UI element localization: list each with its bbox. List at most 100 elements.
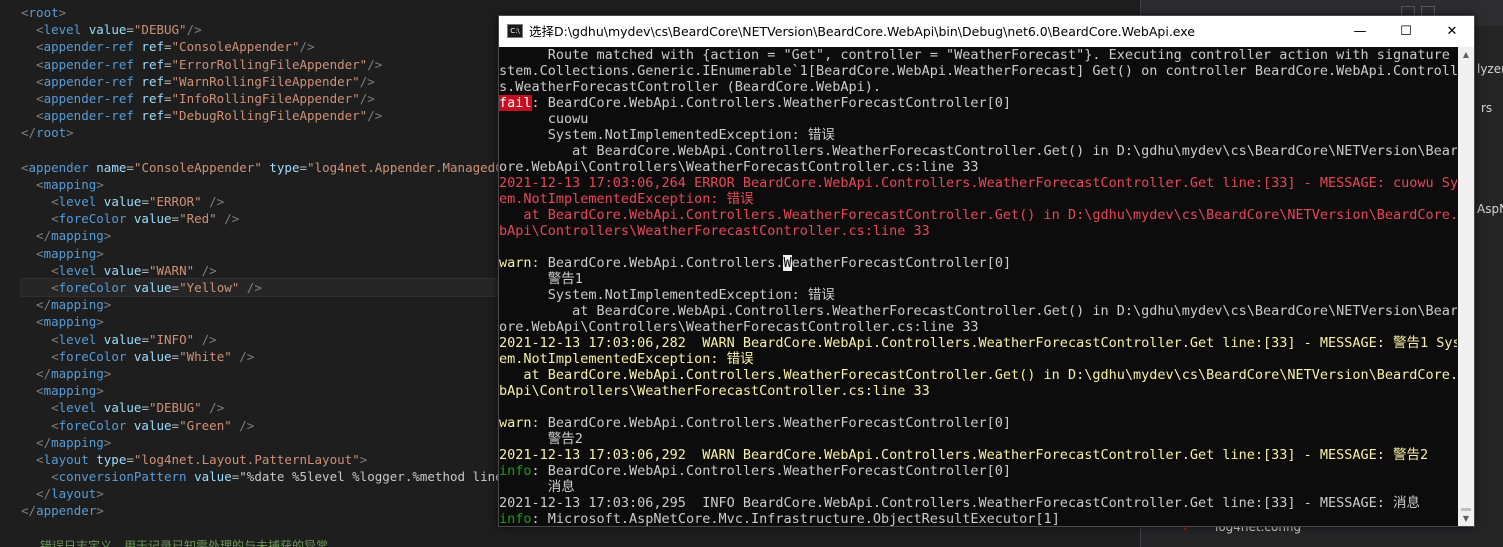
console-line: cuowu — [499, 111, 1457, 127]
code-token: appender — [28, 159, 89, 175]
code-token: /> — [201, 194, 225, 210]
console-window[interactable]: C:\ 选择D:\gdhu\mydev\cs\BeardCore\NETVers… — [498, 15, 1475, 527]
console-scrollbar[interactable]: ▲ ▼ — [1458, 47, 1474, 526]
code-token: level — [58, 331, 97, 347]
code-token: value — [96, 400, 142, 416]
code-token: "INFO" — [148, 331, 195, 347]
console-titlebar[interactable]: C:\ 选择D:\gdhu\mydev\cs\BeardCore\NETVers… — [499, 16, 1474, 47]
code-token: = — [126, 159, 134, 175]
code-token: = — [141, 262, 149, 278]
code-token: </ — [21, 486, 52, 502]
console-text: 警告2 — [499, 431, 583, 447]
code-token: < — [21, 194, 59, 210]
code-token: mapping — [43, 383, 97, 399]
close-button[interactable]: ✕ — [1429, 16, 1474, 47]
console-line: ore.WebApi\Controllers\WeatherForecastCo… — [499, 319, 1457, 335]
code-token: ref — [133, 73, 164, 89]
code-token: "ConsoleAppender" — [171, 39, 300, 55]
minimize-button[interactable]: — — [1337, 16, 1383, 47]
code-token: > — [96, 486, 104, 502]
console-output[interactable]: Route matched with {action = "Get", cont… — [499, 47, 1457, 526]
code-token: appender-ref — [43, 39, 134, 55]
console-text: eatherForecastController[0] — [791, 255, 1012, 271]
maximize-button[interactable]: ☐ — [1383, 16, 1429, 47]
code-token: > — [103, 297, 112, 313]
console-text: em.NotImplementedException: 错误 — [499, 191, 754, 207]
code-token: > — [96, 503, 104, 519]
code-token: appender — [36, 503, 97, 519]
code-token: mapping — [51, 297, 104, 313]
code-token: level — [58, 400, 97, 416]
console-line: 2021-12-13 17:03:06,282 WARN BeardCore.W… — [499, 335, 1457, 351]
code-token: = — [164, 90, 172, 106]
code-token: appender-ref — [43, 90, 134, 106]
code-token: < — [21, 245, 44, 261]
code-token: </ — [21, 365, 52, 381]
code-token: /> — [216, 211, 240, 227]
console-text: System.NotImplementedException: 错误 — [499, 127, 835, 143]
console-line: ore.WebApi\Controllers\WeatherForecastCo… — [499, 159, 1457, 175]
code-token: root — [36, 125, 67, 141]
console-line: at BeardCore.WebApi.Controllers.WeatherF… — [499, 143, 1457, 159]
code-token: </ — [21, 228, 52, 244]
console-text: : BeardCore.WebApi.Controllers.WeatherFo… — [531, 415, 1012, 431]
code-token: /> — [359, 90, 375, 106]
code-token: ref — [133, 90, 164, 106]
console-line: info: Microsoft.AspNetCore.Mvc.Infrastru… — [499, 511, 1457, 526]
console-text: 2021-12-13 17:03:06,264 ERROR BeardCore.… — [499, 175, 1457, 191]
console-line: at BeardCore.WebApi.Controllers.WeatherF… — [499, 303, 1457, 319]
code-token: appender-ref — [43, 108, 134, 124]
console-line: 2021-12-13 17:03:06,292 WARN BeardCore.W… — [499, 447, 1457, 463]
scroll-up-arrow-icon[interactable]: ▲ — [1458, 47, 1474, 63]
console-line: s.WeatherForecastController (BeardCore.W… — [499, 79, 1457, 95]
console-line: 2021-12-13 17:03:06,295 INFO BeardCore.W… — [499, 495, 1457, 511]
code-token: = — [164, 73, 172, 89]
code-token: </ — [21, 297, 52, 313]
code-token: value — [126, 417, 172, 433]
code-token: < — [21, 451, 44, 467]
code-token: > — [103, 365, 112, 381]
code-token: < — [21, 90, 44, 106]
code-token: = — [141, 194, 149, 210]
code-token: mapping — [51, 228, 104, 244]
code-token: mapping — [51, 434, 104, 450]
code-token: /> — [194, 331, 217, 347]
code-token: appender-ref — [43, 73, 134, 89]
console-text: 消息 — [499, 479, 575, 495]
code-token: layout — [43, 451, 89, 467]
code-token: = — [171, 417, 180, 433]
console-text: 警告1 — [499, 271, 583, 287]
scroll-down-arrow-icon[interactable]: ▼ — [1458, 511, 1474, 526]
code-token: value — [96, 262, 142, 278]
code-token: "DEBUG" — [148, 400, 202, 416]
console-line: warn: BeardCore.WebApi.Controllers.Weath… — [499, 415, 1457, 431]
code-token: = — [171, 348, 180, 364]
code-token: mapping — [51, 365, 104, 381]
code-token: layout — [51, 486, 97, 502]
console-line: 2021-12-13 17:03:06,264 ERROR BeardCore.… — [499, 175, 1457, 191]
console-app-icon: C:\ — [507, 24, 523, 38]
code-token: > — [58, 5, 67, 20]
code-token: "DebugRollingFileAppender" — [171, 108, 368, 124]
console-line: at BeardCore.WebApi.Controllers.WeatherF… — [499, 207, 1457, 223]
console-text: Route matched with {action = "Get", cont… — [499, 47, 1457, 63]
code-token: "ConsoleAppender" — [133, 159, 262, 175]
code-token: = — [141, 400, 149, 416]
code-token: level — [43, 22, 82, 38]
console-text: System.NotImplementedException: 错误 — [499, 287, 835, 303]
code-token: level — [58, 194, 97, 210]
code-token: = — [171, 280, 180, 295]
console-line: System.NotImplementedException: 错误 — [499, 127, 1457, 143]
code-token: = — [126, 22, 134, 38]
code-token: /> — [231, 417, 255, 433]
console-text: ore.WebApi\Controllers\WeatherForecastCo… — [499, 319, 979, 335]
console-line: stem.Collections.Generic.IEnumerable`1[B… — [499, 63, 1457, 79]
code-token: = — [141, 331, 149, 347]
code-token: /> — [367, 108, 383, 124]
console-line: em.NotImplementedException: 错误 — [499, 191, 1457, 207]
console-text: : BeardCore.WebApi.Controllers.WeatherFo… — [531, 95, 1012, 111]
console-text: em.NotImplementedException: 错误 — [499, 351, 754, 367]
code-token: < — [21, 211, 59, 227]
console-text: at BeardCore.WebApi.Controllers.WeatherF… — [499, 303, 1457, 319]
console-text: bApi\Controllers\WeatherForecastControll… — [499, 383, 930, 399]
